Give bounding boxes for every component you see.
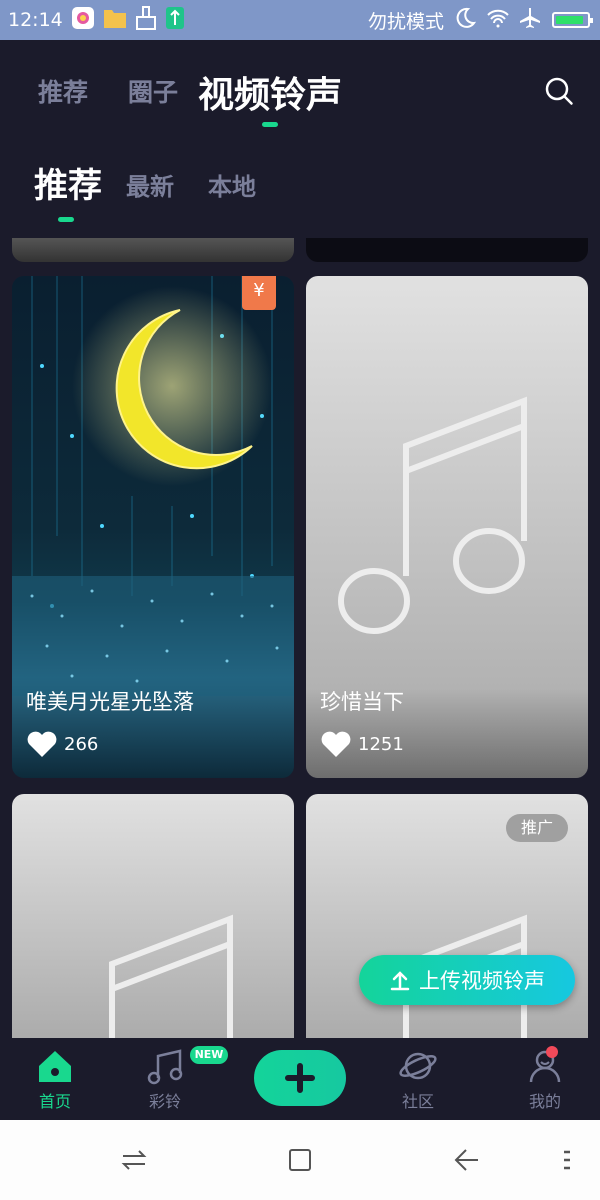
battery-icon	[552, 12, 593, 28]
tab-home-label: 首页	[38, 1092, 71, 1111]
back-icon[interactable]	[452, 1146, 480, 1174]
planet-icon	[399, 1052, 437, 1080]
tab-ringtone-label: 彩铃	[148, 1092, 181, 1111]
top-tab-recommend[interactable]: 推荐	[38, 73, 88, 109]
status-bar: 12:14 勿扰模式	[0, 0, 600, 40]
tab-mine-label: 我的	[528, 1092, 561, 1111]
tab-community-label: 社区	[401, 1092, 434, 1111]
card-title: 唯美月光星光坠落	[26, 690, 194, 714]
sub-tab-latest[interactable]: 最新	[126, 167, 174, 202]
home-square-icon[interactable]	[286, 1146, 314, 1174]
notification-dot	[546, 1046, 558, 1058]
video-card[interactable]: 推广	[306, 794, 588, 1054]
video-card-partial[interactable]	[12, 238, 294, 262]
status-right-group: 勿扰模式	[367, 0, 593, 40]
tab-community[interactable]: 社区	[378, 1046, 458, 1112]
dnd-label: 勿扰模式	[367, 10, 444, 33]
tab-home[interactable]: 首页	[15, 1046, 95, 1112]
person-icon	[529, 1050, 561, 1083]
card-likes: 266	[26, 730, 98, 758]
upload-video-ringtone-button[interactable]: 上传视频铃声	[359, 955, 575, 1005]
video-card[interactable]: ¥ 唯美月光星光坠落 266	[12, 276, 294, 778]
video-card-partial[interactable]	[306, 238, 588, 262]
top-tab-indicator	[262, 122, 278, 127]
upload-icon	[390, 971, 410, 991]
like-count: 266	[64, 733, 99, 755]
plus-icon	[285, 1063, 315, 1093]
paid-badge: ¥	[242, 276, 276, 310]
top-nav: 推荐 圈子 视频铃声	[0, 40, 600, 140]
status-time: 12:14	[8, 9, 63, 31]
wifi-icon	[486, 8, 510, 33]
cleaner-icon	[135, 5, 157, 35]
top-tab-video-ringtone[interactable]: 视频铃声	[198, 66, 342, 118]
sub-tab-recommend[interactable]: 推荐	[34, 158, 102, 207]
moon-icon	[454, 7, 477, 34]
music-note-placeholder-icon	[109, 914, 233, 1054]
search-icon[interactable]	[544, 76, 574, 106]
sub-nav: 推荐 最新 本地	[0, 140, 600, 250]
folder-icon	[103, 7, 127, 34]
tab-mine[interactable]: 我的	[505, 1046, 585, 1112]
card-likes: 1251	[320, 730, 404, 758]
promoted-badge: 推广	[506, 814, 568, 842]
app-notification-icon	[71, 6, 95, 35]
usb-icon	[165, 6, 185, 35]
airplane-icon	[520, 7, 542, 34]
heart-icon[interactable]	[320, 730, 352, 758]
video-card[interactable]: 珍惜当下 1251	[306, 276, 588, 778]
like-count: 1251	[358, 733, 404, 755]
home-icon	[39, 1051, 71, 1082]
menu-icon[interactable]	[556, 1146, 584, 1174]
music-note-icon	[147, 1049, 183, 1085]
system-nav-bar	[0, 1120, 600, 1200]
recent-apps-icon[interactable]	[120, 1146, 148, 1174]
new-badge: NEW	[190, 1046, 228, 1064]
video-card[interactable]	[12, 794, 294, 1054]
card-title: 珍惜当下	[320, 690, 404, 714]
top-tab-circle[interactable]: 圈子	[128, 73, 178, 109]
upload-button-label: 上传视频铃声	[419, 969, 545, 993]
sub-tab-local[interactable]: 本地	[208, 167, 256, 202]
heart-icon[interactable]	[26, 730, 58, 758]
create-button[interactable]	[254, 1050, 346, 1106]
sub-tab-indicator	[58, 217, 74, 222]
